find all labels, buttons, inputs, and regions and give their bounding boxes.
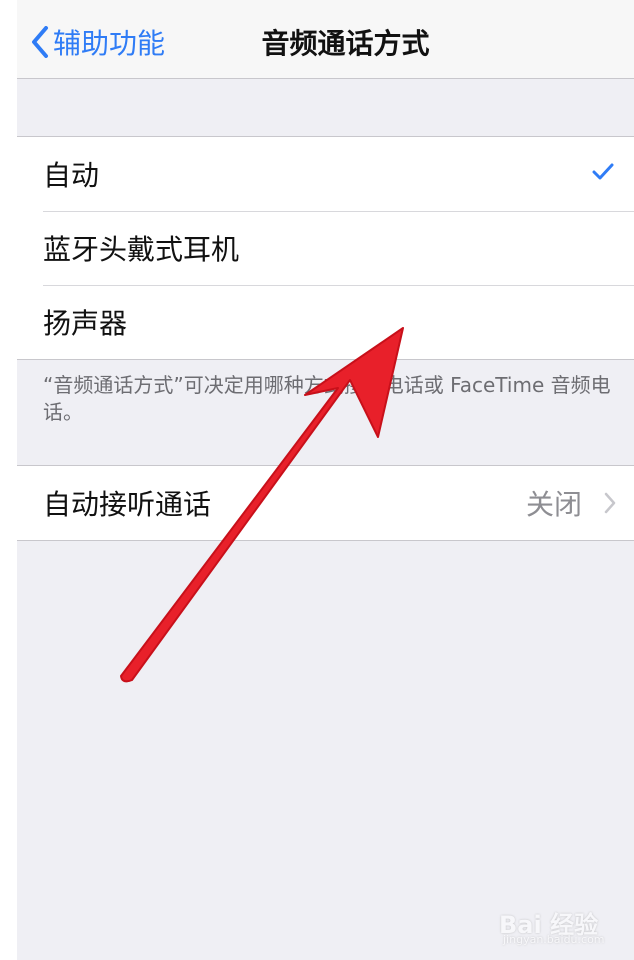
watermark-sub: jingyan.baidu.com [503, 933, 605, 946]
auto-answer-row[interactable]: 自动接听通话 关闭 [17, 466, 634, 540]
option-automatic[interactable]: 自动 [17, 137, 634, 211]
left-gutter [0, 0, 17, 960]
call-audio-routing-footer: “音频通话方式”可决定用哪种方式接听电话或 FaceTime 音频电话。 [43, 373, 611, 424]
option-label: 自动 [43, 159, 100, 192]
navigation-bar: 辅助功能 音频通话方式 [17, 0, 634, 79]
baidu-jingyan-watermark: Bai 经验 jingyan.baidu.com [499, 893, 634, 949]
checkmark-icon [592, 163, 614, 185]
settings-screen: 辅助功能 音频通话方式 自动 蓝牙头戴式耳机 扬声器 “音频通话方式”可决定用哪… [17, 0, 634, 960]
option-bluetooth-headset[interactable]: 蓝牙头戴式耳机 [17, 211, 634, 285]
auto-answer-value: 关闭 [525, 488, 582, 521]
chevron-right-icon [604, 492, 616, 518]
auto-answer-label: 自动接听通话 [43, 488, 212, 521]
option-label: 蓝牙头戴式耳机 [43, 233, 240, 266]
option-speaker[interactable]: 扬声器 [17, 285, 634, 359]
page-title: 音频通话方式 [261, 27, 430, 60]
auto-answer-group: 自动接听通话 关闭 [17, 465, 634, 541]
call-audio-routing-group: 自动 蓝牙头戴式耳机 扬声器 [17, 136, 634, 360]
option-label: 扬声器 [43, 307, 128, 340]
